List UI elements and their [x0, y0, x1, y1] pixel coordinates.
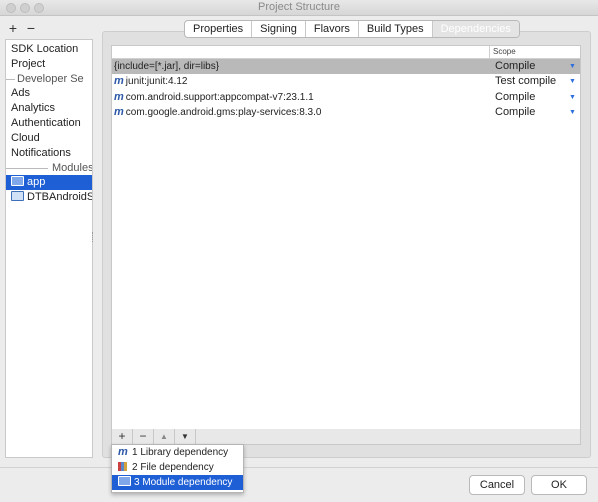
menu-item-library-dependency[interactable]: m 1 Library dependency [112, 445, 243, 460]
sidebar-item-cloud[interactable]: Cloud [6, 131, 92, 146]
ok-button[interactable]: OK [531, 475, 587, 495]
dependency-name: com.google.android.gms:play-services:8.3… [125, 107, 322, 118]
modules-label: Modules [50, 161, 92, 175]
module-label: app [27, 176, 46, 188]
module-folder-icon [11, 191, 24, 201]
maven-library-icon: m [114, 106, 124, 118]
maven-library-icon: m [114, 75, 124, 87]
menu-item-label: 2 File dependency [132, 462, 214, 473]
add-dependency-menu: m1 Library dependency 2 File dependency … [111, 444, 244, 493]
scope-select[interactable]: Compile [495, 105, 535, 120]
dependency-name: {include=[*.jar], dir=libs} [114, 61, 220, 72]
sidebar: SDK Location Project Developer Se Ads An… [5, 39, 93, 458]
menu-item-file-dependency[interactable]: 2 File dependency [112, 460, 243, 475]
dependency-name: junit:junit:4.12 [125, 76, 188, 87]
sidebar-item-analytics[interactable]: Analytics [6, 101, 92, 116]
maven-library-icon: m [114, 91, 124, 103]
table-header: Scope [112, 46, 580, 59]
remove-dependency-button[interactable]: − [133, 429, 154, 444]
file-jar-icon [118, 462, 127, 471]
menu-item-label: 1 Library dependency [132, 447, 229, 458]
scope-select[interactable]: Test compile [495, 74, 556, 89]
menu-item-module-dependency[interactable]: 3 Module dependency [112, 475, 243, 490]
tab-bar: Properties Signing Flavors Build Types D… [184, 20, 520, 38]
dependencies-table: Scope {include=[*.jar], dir=libs} Compil… [111, 45, 581, 431]
move-up-button[interactable]: ▲ [154, 429, 175, 444]
scope-select[interactable]: Compile [495, 90, 535, 105]
module-item-app[interactable]: app [6, 175, 92, 190]
developer-services-separator: Developer Se [6, 72, 92, 86]
module-item-dtbandroidsdk[interactable]: DTBAndroidSD [6, 190, 92, 205]
menu-item-label: 3 Module dependency [134, 477, 233, 488]
remove-module-button[interactable]: − [25, 20, 37, 36]
table-row[interactable]: m junit:junit:4.12 Test compile ▼ [112, 74, 580, 89]
add-dependency-button[interactable]: + [112, 429, 133, 444]
tab-build-types[interactable]: Build Types [359, 21, 433, 37]
scope-select[interactable]: Compile [495, 59, 535, 74]
chevron-down-icon[interactable]: ▼ [569, 74, 576, 89]
developer-services-label: Developer Se [15, 72, 86, 86]
chevron-down-icon[interactable]: ▼ [569, 90, 576, 105]
module-folder-icon [11, 176, 24, 186]
add-module-button[interactable]: + [7, 20, 19, 36]
tab-dependencies[interactable]: Dependencies [432, 21, 519, 37]
tab-properties[interactable]: Properties [185, 21, 253, 37]
title-bar: Project Structure [0, 0, 598, 16]
tab-signing[interactable]: Signing [252, 21, 306, 37]
table-row[interactable]: m com.android.support:appcompat-v7:23.1.1… [112, 90, 580, 105]
window-title: Project Structure [258, 1, 340, 13]
table-row[interactable]: {include=[*.jar], dir=libs} Compile ▼ [112, 59, 580, 74]
chevron-down-icon[interactable]: ▼ [569, 105, 576, 120]
sidebar-item-sdk-location[interactable]: SDK Location [6, 42, 92, 57]
table-row[interactable]: m com.google.android.gms:play-services:8.… [112, 105, 580, 120]
sidebar-item-project[interactable]: Project [6, 57, 92, 72]
module-label: DTBAndroidSD [27, 191, 92, 203]
dependency-name: com.android.support:appcompat-v7:23.1.1 [125, 92, 314, 103]
move-down-button[interactable]: ▼ [175, 429, 196, 444]
module-folder-icon [118, 476, 131, 486]
scope-column-header[interactable]: Scope [493, 47, 516, 56]
cancel-button[interactable]: Cancel [469, 475, 525, 495]
dependencies-toolbar: + − ▲ ▼ [111, 429, 581, 445]
sidebar-item-authentication[interactable]: Authentication [6, 116, 92, 131]
tab-flavors[interactable]: Flavors [306, 21, 359, 37]
chevron-down-icon[interactable]: ▼ [569, 59, 576, 74]
maven-library-icon: m [118, 446, 128, 458]
sidebar-item-ads[interactable]: Ads [6, 86, 92, 101]
modules-separator: Modules [6, 161, 92, 175]
sidebar-item-notifications[interactable]: Notifications [6, 146, 92, 161]
sidebar-toolbar: + − [6, 20, 91, 38]
splitter-handle[interactable] [92, 232, 95, 242]
